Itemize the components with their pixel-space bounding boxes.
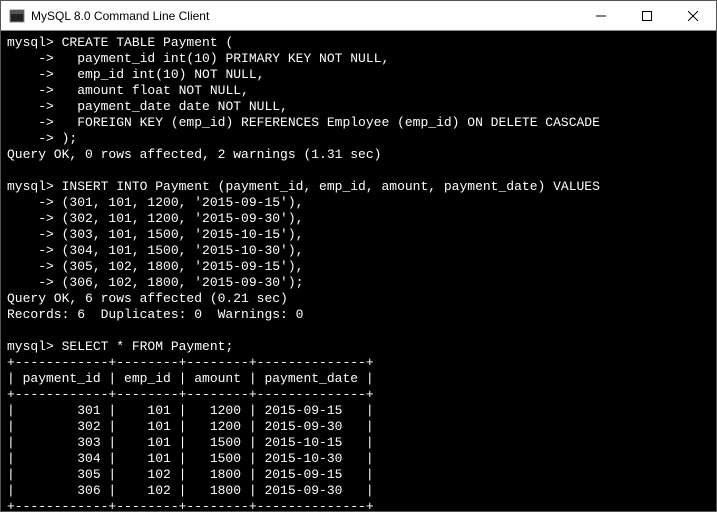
result-line: Query OK, 0 rows affected, 2 warnings (1…	[7, 147, 381, 162]
table-separator: +------------+--------+--------+--------…	[7, 387, 374, 402]
sql-line: CREATE TABLE Payment (	[54, 35, 233, 50]
prompt: mysql>	[7, 339, 54, 354]
minimize-button[interactable]	[578, 1, 624, 30]
app-icon	[9, 8, 25, 24]
close-icon	[688, 11, 698, 21]
cont-prompt: ->	[7, 243, 54, 258]
table-row: | 303 | 101 | 1500 | 2015-10-15 |	[7, 435, 374, 450]
sql-line: amount float NOT NULL,	[54, 83, 249, 98]
sql-line: (303, 101, 1500, '2015-10-15'),	[54, 227, 304, 242]
table-row: | 302 | 101 | 1200 | 2015-09-30 |	[7, 419, 374, 434]
cont-prompt: ->	[7, 83, 54, 98]
result-line: Query OK, 6 rows affected (0.21 sec)	[7, 291, 288, 306]
prompt: mysql>	[7, 35, 54, 50]
terminal-output[interactable]: mysql> CREATE TABLE Payment ( -> payment…	[1, 31, 716, 511]
window-titlebar: MySQL 8.0 Command Line Client	[1, 1, 716, 31]
table-row: | 304 | 101 | 1500 | 2015-10-30 |	[7, 451, 374, 466]
table-separator: +------------+--------+--------+--------…	[7, 355, 374, 370]
sql-line: INSERT INTO Payment (payment_id, emp_id,…	[54, 179, 600, 194]
sql-line: FOREIGN KEY (emp_id) REFERENCES Employee…	[54, 115, 600, 130]
sql-line: (301, 101, 1200, '2015-09-15'),	[54, 195, 304, 210]
table-row: | 301 | 101 | 1200 | 2015-09-15 |	[7, 403, 374, 418]
sql-line: payment_date date NOT NULL,	[54, 99, 288, 114]
sql-line: (304, 101, 1500, '2015-10-30'),	[54, 243, 304, 258]
sql-line: );	[54, 131, 77, 146]
sql-line: (306, 102, 1800, '2015-09-30');	[54, 275, 304, 290]
sql-line: SELECT * FROM Payment;	[54, 339, 233, 354]
cont-prompt: ->	[7, 259, 54, 274]
table-header: | payment_id | emp_id | amount | payment…	[7, 371, 374, 386]
sql-line: (305, 102, 1800, '2015-09-15'),	[54, 259, 304, 274]
result-line: Records: 6 Duplicates: 0 Warnings: 0	[7, 307, 303, 322]
table-separator: +------------+--------+--------+--------…	[7, 499, 374, 511]
maximize-button[interactable]	[624, 1, 670, 30]
window-title: MySQL 8.0 Command Line Client	[31, 9, 578, 23]
cont-prompt: ->	[7, 99, 54, 114]
cont-prompt: ->	[7, 195, 54, 210]
window-controls	[578, 1, 716, 30]
cont-prompt: ->	[7, 131, 54, 146]
sql-line: payment_id int(10) PRIMARY KEY NOT NULL,	[54, 51, 389, 66]
sql-line: (302, 101, 1200, '2015-09-30'),	[54, 211, 304, 226]
table-row: | 305 | 102 | 1800 | 2015-09-15 |	[7, 467, 374, 482]
maximize-icon	[642, 11, 652, 21]
cont-prompt: ->	[7, 275, 54, 290]
cont-prompt: ->	[7, 115, 54, 130]
close-button[interactable]	[670, 1, 716, 30]
cont-prompt: ->	[7, 211, 54, 226]
cont-prompt: ->	[7, 67, 54, 82]
cont-prompt: ->	[7, 227, 54, 242]
sql-line: emp_id int(10) NOT NULL,	[54, 67, 265, 82]
minimize-icon	[596, 11, 606, 21]
table-row: | 306 | 102 | 1800 | 2015-09-30 |	[7, 483, 374, 498]
cont-prompt: ->	[7, 51, 54, 66]
prompt: mysql>	[7, 179, 54, 194]
